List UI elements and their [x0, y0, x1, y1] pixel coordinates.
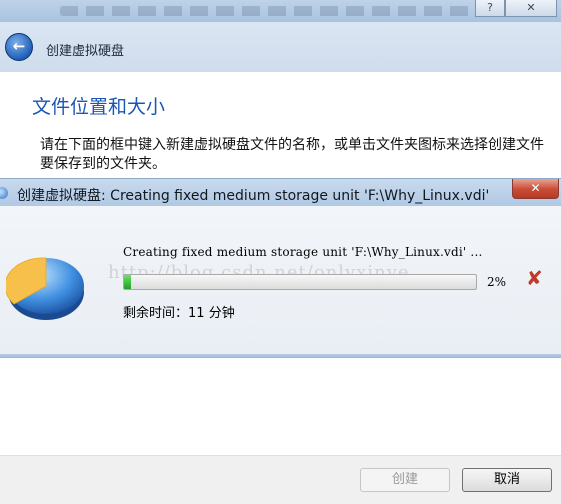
back-arrow-icon[interactable]: ← [5, 33, 33, 61]
cancel-x-icon[interactable]: ✘ [526, 268, 543, 288]
remaining-time-value: 11 分钟 [188, 306, 235, 321]
progress-titlebar: 创建虚拟硬盘: Creating fixed medium storage un… [0, 178, 561, 207]
help-button[interactable]: ? [475, 0, 505, 17]
wizard-titlebar: ? ✕ [0, 0, 561, 22]
wizard-close-button[interactable]: ✕ [505, 0, 557, 17]
section-title: 文件位置和大小 [32, 96, 166, 118]
wizard-footer: 创建 取消 [0, 455, 561, 504]
wizard-header: ← 创建虚拟硬盘 [0, 22, 561, 72]
progress-dialog: 创建虚拟硬盘: Creating fixed medium storage un… [0, 178, 561, 358]
hard-disk-pie-icon [6, 257, 84, 320]
progress-title: 创建虚拟硬盘: Creating fixed medium storage un… [17, 188, 490, 204]
virtualbox-icon [0, 187, 8, 199]
create-button[interactable]: 创建 [360, 468, 450, 492]
wizard-title: 创建虚拟硬盘 [46, 44, 125, 59]
progress-percent: 2% [487, 275, 507, 289]
remaining-time-label: 剩余时间： [123, 306, 189, 321]
progress-message: Creating fixed medium storage unit 'F:\W… [123, 245, 483, 259]
titlebar-blurred-text [60, 6, 500, 16]
progress-bottom-border [0, 354, 561, 358]
progress-close-button[interactable]: ✕ [512, 179, 559, 199]
progress-bar [123, 274, 477, 290]
cancel-button[interactable]: 取消 [462, 468, 552, 492]
progress-body: http://blog.csdn.net/onlyxinye Creating … [0, 206, 561, 354]
progress-bar-fill [124, 275, 132, 289]
remaining-time: 剩余时间：11 分钟 [123, 302, 235, 321]
section-description: 请在下面的框中键入新建虚拟硬盘文件的名称，或单击文件夹图标来选择创建文件要保存到… [40, 137, 544, 172]
